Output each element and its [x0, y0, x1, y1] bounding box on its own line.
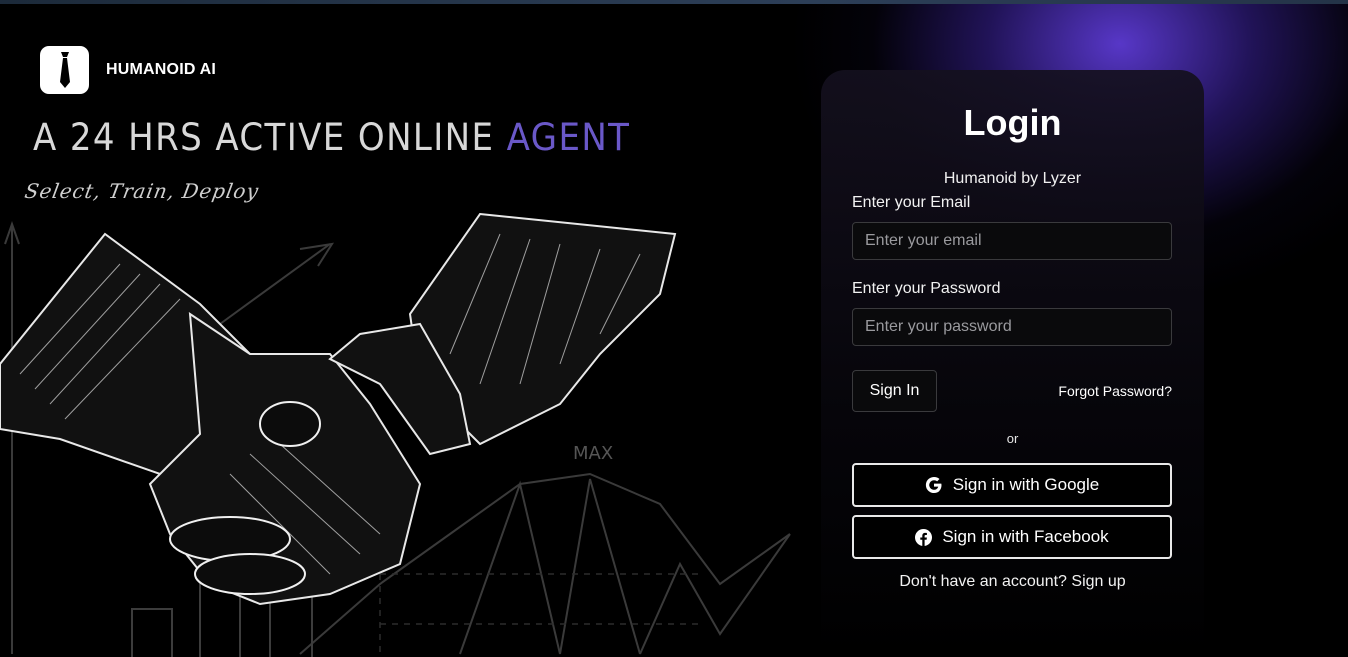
brand-name: HUMANOID AI [106, 61, 217, 78]
brand[interactable]: HUMANOID AI [40, 46, 216, 94]
or-divider: or [1006, 431, 1019, 446]
google-icon [925, 476, 943, 494]
forgot-password-link[interactable]: Forgot Password? [1058, 383, 1172, 399]
login-subtitle: Humanoid by Lyzer [943, 170, 1082, 187]
login-page: MAX HUMANOID AI A 24 HRS ACTIVE ONLINE A… [0, 4, 1348, 657]
facebook-sign-in-button[interactable]: Sign in with Facebook [852, 515, 1172, 559]
email-input[interactable] [852, 222, 1172, 260]
hero-headline-main: A 24 HRS ACTIVE ONLINE [33, 116, 507, 159]
google-sign-in-button[interactable]: Sign in with Google [852, 463, 1172, 507]
hero-tagline: Select, Train, Deploy [22, 179, 262, 203]
password-input[interactable] [852, 308, 1172, 346]
google-sign-in-label: Sign in with Google [952, 475, 1100, 494]
sign-up-link[interactable]: Don't have an account? Sign up [821, 573, 1204, 591]
facebook-sign-in-label: Sign in with Facebook [942, 527, 1109, 546]
chart-max-label: MAX [573, 443, 613, 464]
facebook-icon [915, 528, 933, 546]
hero-headline: A 24 HRS ACTIVE ONLINE AGENT [33, 116, 630, 159]
hero-headline-accent: AGENT [506, 116, 631, 159]
tie-icon [40, 46, 89, 94]
password-label: Enter your Password [852, 280, 1001, 297]
login-card: Login Humanoid by Lyzer Enter your Email… [821, 70, 1204, 657]
login-title: Login [963, 102, 1062, 143]
handshake-illustration: MAX [0, 212, 791, 657]
sign-in-button[interactable]: Sign In [852, 370, 937, 412]
email-label: Enter your Email [852, 194, 971, 211]
